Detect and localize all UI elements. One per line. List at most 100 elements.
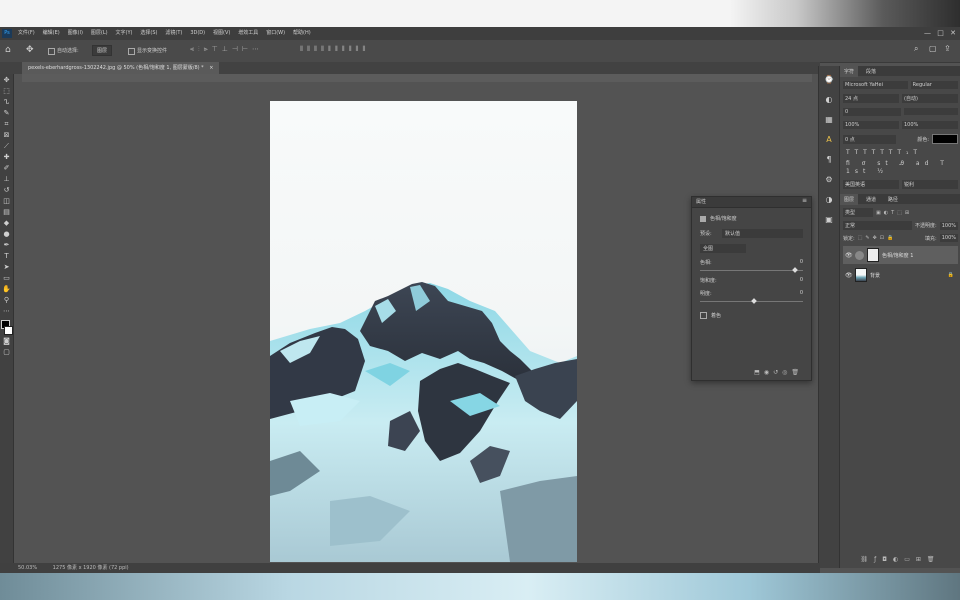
hue-slider[interactable] bbox=[700, 267, 803, 273]
new-group-icon[interactable]: ▭ bbox=[904, 556, 916, 563]
gradient-tool-icon[interactable]: ▤ bbox=[2, 208, 11, 217]
layer-kind-dropdown[interactable]: 类型 bbox=[843, 208, 873, 217]
blend-mode-dropdown[interactable]: 正常 bbox=[843, 221, 913, 230]
properties-icon[interactable]: ⚙ bbox=[823, 174, 835, 186]
pen-tool-icon[interactable]: ✒ bbox=[2, 241, 11, 250]
document-tab-close-icon[interactable]: × bbox=[209, 65, 213, 71]
clip-to-layer-icon[interactable]: ⬒ bbox=[754, 369, 764, 376]
antialias-dropdown[interactable]: 锐利 bbox=[902, 180, 958, 189]
link-layers-icon[interactable]: ⛓ bbox=[860, 556, 874, 563]
fill-field[interactable]: 100% bbox=[939, 234, 958, 242]
dodge-tool-icon[interactable]: ● bbox=[2, 230, 11, 239]
adjustments-icon[interactable]: ◑ bbox=[823, 194, 835, 206]
layer-mask-thumbnail[interactable] bbox=[867, 248, 879, 262]
add-mask-icon[interactable]: ◘ bbox=[882, 556, 893, 563]
align-icons[interactable]: ⫷⫶⫸⊤⊥⊣⊢⋯ bbox=[190, 45, 263, 54]
layer-filter-icons[interactable]: ▣◐T⬚⊞ bbox=[876, 210, 912, 216]
preset-dropdown[interactable]: 默认值 bbox=[722, 229, 803, 238]
hue-slider-knob[interactable] bbox=[791, 267, 798, 273]
kerning-field[interactable] bbox=[904, 108, 958, 115]
frame-tool-icon[interactable]: ⊠ bbox=[2, 131, 11, 140]
tab-paths[interactable]: 路径 bbox=[884, 194, 902, 205]
properties-header[interactable]: 属性 ≡ bbox=[692, 197, 811, 208]
blur-tool-icon[interactable]: ◆ bbox=[2, 219, 11, 228]
paragraph-icon[interactable]: ¶ bbox=[823, 154, 835, 166]
lightness-slider[interactable] bbox=[700, 298, 803, 304]
auto-select-checkbox[interactable] bbox=[48, 48, 55, 55]
character-icon[interactable]: A bbox=[823, 134, 835, 146]
hue-value[interactable]: 0 bbox=[800, 259, 803, 266]
crop-tool-icon[interactable]: ⌗ bbox=[2, 120, 11, 129]
maximize-icon[interactable]: □ bbox=[937, 29, 944, 37]
opentype-buttons[interactable]: ﬁ ơ st Ꭿ ad T 1st ½ bbox=[846, 160, 955, 175]
panel-menu-icon[interactable]: ≡ bbox=[802, 197, 807, 204]
menu-select[interactable]: 选择(S) bbox=[140, 27, 157, 40]
auto-select-dropdown[interactable]: 图层 bbox=[92, 45, 113, 56]
document-tab[interactable]: pexels-eberhardgross-1302242.jpg @ 50% (… bbox=[22, 62, 220, 74]
menu-3d[interactable]: 3D(D) bbox=[190, 27, 205, 40]
menu-type[interactable]: 文字(Y) bbox=[116, 27, 133, 40]
history-icon[interactable]: ⌚ bbox=[823, 74, 835, 86]
tab-paragraph[interactable]: 段落 bbox=[862, 66, 880, 77]
baseline-field[interactable]: 0 点 bbox=[843, 134, 897, 144]
colorize-checkbox[interactable] bbox=[700, 312, 707, 319]
libraries-icon[interactable]: ▣ bbox=[823, 214, 835, 226]
language-dropdown[interactable]: 美国英语 bbox=[843, 180, 899, 189]
move-tool-icon[interactable]: ✥ bbox=[26, 45, 34, 55]
layer-row[interactable]: 👁 背景 🔒 bbox=[843, 266, 958, 284]
menu-plugins[interactable]: 增效工具 bbox=[238, 27, 258, 40]
text-style-buttons[interactable]: TTTTTTT₁T bbox=[846, 149, 955, 156]
delete-icon[interactable]: 🗑 bbox=[791, 369, 803, 376]
new-layer-icon[interactable]: ⊞ bbox=[916, 556, 927, 563]
menu-edit[interactable]: 编辑(E) bbox=[43, 27, 60, 40]
workspace-icon[interactable]: ▢ bbox=[929, 44, 937, 53]
screen-mode-icon[interactable]: ▢ bbox=[2, 348, 11, 357]
history-brush-tool-icon[interactable]: ↺ bbox=[2, 186, 11, 195]
menu-window[interactable]: 窗口(W) bbox=[266, 27, 285, 40]
tracking-field[interactable]: 0 bbox=[843, 108, 901, 116]
tab-channels[interactable]: 通道 bbox=[862, 194, 880, 205]
tab-layers[interactable]: 图层 bbox=[840, 194, 859, 205]
home-icon[interactable]: ⌂ bbox=[5, 45, 11, 55]
menu-layer[interactable]: 图层(L) bbox=[91, 27, 108, 40]
fx-icon[interactable]: ƒ bbox=[874, 556, 882, 563]
more-tools-icon[interactable]: ⋯ bbox=[2, 307, 11, 316]
background-color-swatch[interactable] bbox=[4, 326, 13, 335]
reset-icon[interactable]: ↺ bbox=[773, 369, 782, 376]
path-select-tool-icon[interactable]: ➤ bbox=[2, 263, 11, 272]
text-color-swatch[interactable] bbox=[932, 134, 958, 144]
brush-tool-icon[interactable]: ✐ bbox=[2, 164, 11, 173]
channel-dropdown[interactable]: 全图 bbox=[700, 244, 746, 253]
quick-mask-icon[interactable]: ◙ bbox=[2, 337, 11, 346]
quick-select-tool-icon[interactable]: ✎ bbox=[2, 109, 11, 118]
eraser-tool-icon[interactable]: ◫ bbox=[2, 197, 11, 206]
document-info[interactable]: 1275 像素 x 1920 像素 (72 ppi) bbox=[53, 565, 129, 571]
eye-icon[interactable]: 👁 bbox=[845, 252, 853, 259]
document-canvas[interactable] bbox=[270, 101, 577, 562]
distribute-icons[interactable]: ⫴⫴⫴⫴⫴⫴⫴⫴⫴⫴ bbox=[300, 45, 369, 54]
lightness-value[interactable]: 0 bbox=[800, 290, 803, 297]
font-family-dropdown[interactable]: Microsoft YaHei bbox=[843, 81, 908, 89]
font-size-field[interactable]: 24 点 bbox=[843, 94, 899, 103]
hand-tool-icon[interactable]: ✋ bbox=[2, 285, 11, 294]
marquee-tool-icon[interactable]: ⬚ bbox=[2, 87, 11, 96]
close-icon[interactable]: ✕ bbox=[950, 29, 956, 37]
lock-icons[interactable]: ⬚✎✥⊡🔒 bbox=[858, 235, 922, 241]
opacity-field[interactable]: 100% bbox=[939, 221, 958, 230]
type-tool-icon[interactable]: T bbox=[2, 252, 11, 261]
menu-view[interactable]: 视图(V) bbox=[213, 27, 230, 40]
healing-tool-icon[interactable]: ✚ bbox=[2, 153, 11, 162]
visibility-icon[interactable]: ◎ bbox=[782, 369, 791, 376]
font-style-dropdown[interactable]: Regular bbox=[910, 81, 958, 89]
horizontal-scale-field[interactable]: 100% bbox=[902, 121, 958, 129]
stamp-tool-icon[interactable]: ⊥ bbox=[2, 175, 11, 184]
eye-icon[interactable]: 👁 bbox=[845, 272, 853, 279]
swatches-icon[interactable]: ▦ bbox=[823, 114, 835, 126]
menu-image[interactable]: 图像(I) bbox=[68, 27, 83, 40]
move-tool-icon[interactable]: ✥ bbox=[2, 76, 11, 85]
menu-file[interactable]: 文件(F) bbox=[18, 27, 35, 40]
search-icon[interactable]: ⌕ bbox=[914, 44, 918, 54]
saturation-value[interactable]: 0 bbox=[800, 277, 803, 284]
transform-controls-checkbox[interactable] bbox=[128, 48, 135, 55]
new-adjustment-icon[interactable]: ◐ bbox=[893, 556, 904, 563]
